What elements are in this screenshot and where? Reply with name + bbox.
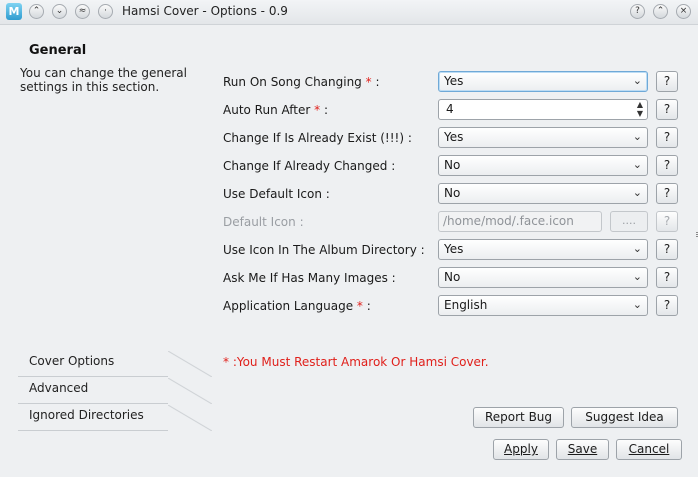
use-album-icon-select[interactable]: Yes ⌄ [438,239,648,260]
use-default-icon-help-button[interactable]: ? [656,183,678,204]
path-value: /home/mod/.face.icon [443,214,574,228]
default-icon-path-field: /home/mod/.face.icon [438,211,602,232]
use-default-icon-select[interactable]: No ⌄ [438,183,648,204]
sticky-icon[interactable]: · [98,4,113,19]
spin-arrows-icon[interactable]: ▲ ▼ [637,100,643,118]
keep-above-icon[interactable]: ⌃ [29,4,44,19]
select-value: No [444,186,461,200]
change-if-changed-label: Change If Already Changed : [223,159,396,173]
help-icon[interactable]: ? [630,4,645,19]
ask-many-images-select[interactable]: No ⌄ [438,267,648,288]
select-value: No [444,158,461,172]
cancel-button[interactable]: Cancel [616,439,682,460]
auto-run-after-help-button[interactable]: ? [656,99,678,120]
shade-icon[interactable]: ≈ [75,4,90,19]
tab-label: Ignored Directories [29,408,144,422]
select-value: Yes [444,74,464,88]
close-icon[interactable]: × [676,4,691,19]
title-bar[interactable]: M ⌃ ⌄ ≈ · Hamsi Cover - Options - 0.9 ? … [0,0,698,25]
suggest-idea-button[interactable]: Suggest Idea [571,407,678,428]
default-icon-label: Default Icon : [223,215,304,229]
chevron-down-icon: ⌄ [632,186,642,199]
select-value: Yes [444,242,464,256]
ask-many-images-label: Ask Me If Has Many Images : [223,271,396,285]
chevron-down-icon: ⌄ [632,74,642,87]
section-heading: General [29,43,87,58]
tab-cover-options[interactable]: Cover Options [18,351,212,377]
chevron-down-icon: ⌄ [632,130,642,143]
auto-run-after-label: Auto Run After * : [223,103,329,117]
tab-ignored-directories[interactable]: Ignored Directories [18,405,212,431]
run-on-song-changing-help-button[interactable]: ? [656,71,678,92]
chevron-down-icon: ⌄ [632,158,642,171]
default-icon-help-button: ? [656,211,678,232]
select-value: No [444,270,461,284]
change-if-exist-label: Change If Is Already Exist (!!!) : [223,131,412,145]
window-title: Hamsi Cover - Options - 0.9 [122,4,288,18]
change-if-changed-select[interactable]: No ⌄ [438,155,648,176]
save-button[interactable]: Save [556,439,609,460]
ask-many-images-help-button[interactable]: ? [656,267,678,288]
select-value: English [444,298,488,312]
tab-advanced[interactable]: Advanced [18,378,212,404]
use-default-icon-label: Use Default Icon : [223,187,330,201]
use-album-icon-label: Use Icon In The Album Directory : [223,243,425,257]
application-language-select[interactable]: English ⌄ [438,295,648,316]
application-language-help-button[interactable]: ? [656,295,678,316]
spin-value: 4 [446,102,454,116]
auto-run-after-spinbox[interactable]: 4 ▲ ▼ [438,99,648,120]
app-icon[interactable]: M [6,3,22,20]
application-language-label: Application Language * : [223,299,371,313]
change-if-changed-help-button[interactable]: ? [656,155,678,176]
chevron-down-icon: ⌄ [632,298,642,311]
restart-note: * :You Must Restart Amarok Or Hamsi Cove… [223,355,489,369]
section-description: You can change the general settings in t… [20,66,187,94]
keep-below-icon[interactable]: ⌄ [52,4,67,19]
apply-button[interactable]: Apply [493,439,549,460]
browse-button: .... [610,211,648,232]
tab-label: Cover Options [29,354,115,368]
report-bug-button[interactable]: Report Bug [473,407,564,428]
tab-label: Advanced [29,381,89,395]
run-on-song-changing-label: Run On Song Changing * : [223,75,380,89]
chevron-down-icon: ⌄ [632,270,642,283]
use-album-icon-help-button[interactable]: ? [656,239,678,260]
change-if-exist-select[interactable]: Yes ⌄ [438,127,648,148]
chevron-down-icon: ⌄ [632,242,642,255]
change-if-exist-help-button[interactable]: ? [656,127,678,148]
options-window: M ⌃ ⌄ ≈ · Hamsi Cover - Options - 0.9 ? … [0,0,698,477]
maximize-icon[interactable]: ⌃ [653,4,668,19]
run-on-song-changing-select[interactable]: Yes ⌄ [438,71,648,92]
select-value: Yes [444,130,464,144]
